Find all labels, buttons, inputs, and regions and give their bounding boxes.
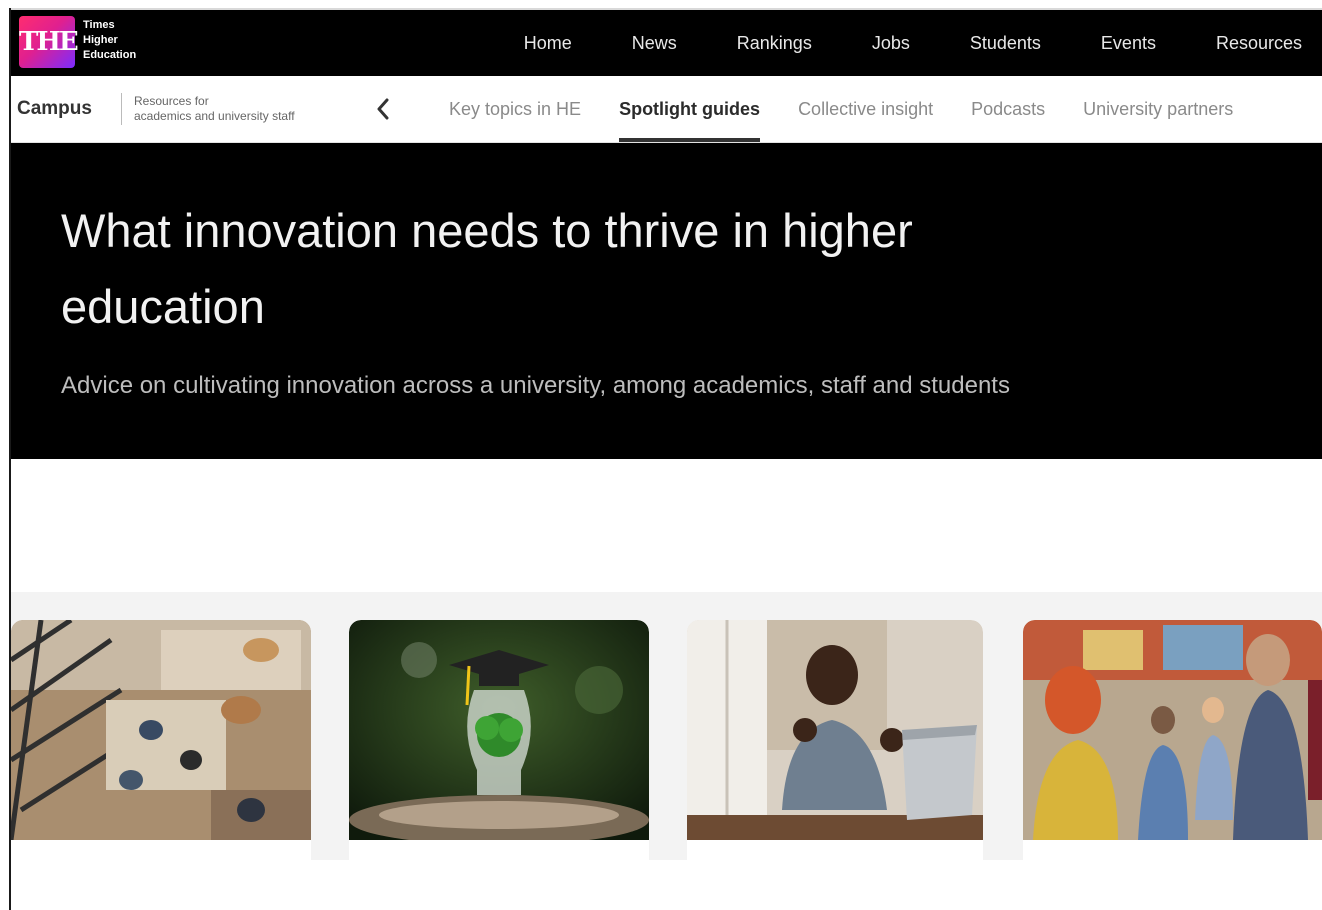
- page-title: What innovation needs to thrive in highe…: [61, 204, 913, 333]
- tab-university-partners[interactable]: University partners: [1083, 76, 1233, 142]
- page-subtitle: Advice on cultivating innovation across …: [61, 372, 1010, 399]
- nav-resources[interactable]: Resources: [1216, 33, 1302, 54]
- card-image-workshop: [1023, 620, 1322, 840]
- hero-banner: What innovation needs to thrive in highe…: [11, 143, 1322, 459]
- guide-card[interactable]: [1023, 620, 1322, 860]
- campus-description-line: Resources for: [134, 94, 209, 108]
- guide-card[interactable]: [687, 620, 983, 860]
- tab-podcasts[interactable]: Podcasts: [971, 76, 1045, 142]
- nav-rankings[interactable]: Rankings: [737, 33, 812, 54]
- card-image-student: [687, 620, 983, 840]
- logo-mark: THE: [19, 27, 79, 57]
- nav-events[interactable]: Events: [1101, 33, 1156, 54]
- campus-title[interactable]: Campus: [17, 98, 92, 120]
- nav-news[interactable]: News: [632, 33, 677, 54]
- tab-collective-insight[interactable]: Collective insight: [798, 76, 933, 142]
- nav-home[interactable]: Home: [524, 33, 572, 54]
- guide-card[interactable]: [349, 620, 649, 860]
- guide-cards-row: [11, 592, 1322, 860]
- campus-subnav: Campus Resources for academics and unive…: [11, 76, 1322, 143]
- logo-line: Higher: [83, 34, 118, 46]
- main-menu: Home News Rankings Jobs Students Events …: [524, 10, 1302, 76]
- campus-description-line: academics and university staff: [134, 109, 295, 123]
- tab-spotlight-guides[interactable]: Spotlight guides: [619, 76, 761, 142]
- logo-line: Times: [83, 19, 115, 31]
- subnav-tabs: Key topics in HE Spotlight guides Collec…: [449, 76, 1271, 142]
- tab-key-topics[interactable]: Key topics in HE: [449, 76, 581, 142]
- the-logo-icon[interactable]: THE: [19, 16, 79, 68]
- guide-card[interactable]: [11, 620, 311, 860]
- logo-wordmark[interactable]: Times Higher Education: [83, 18, 163, 63]
- top-navigation-bar: THE Times Higher Education Home News Ran…: [11, 10, 1322, 76]
- card-image-lightbulb: [349, 620, 649, 840]
- subnav-divider: [121, 93, 122, 125]
- nav-students[interactable]: Students: [970, 33, 1041, 54]
- logo-line: Education: [83, 49, 137, 61]
- campus-description: Resources for academics and university s…: [134, 94, 359, 124]
- card-image-office: [11, 620, 311, 840]
- nav-jobs[interactable]: Jobs: [872, 33, 910, 54]
- chevron-left-icon[interactable]: [369, 94, 397, 124]
